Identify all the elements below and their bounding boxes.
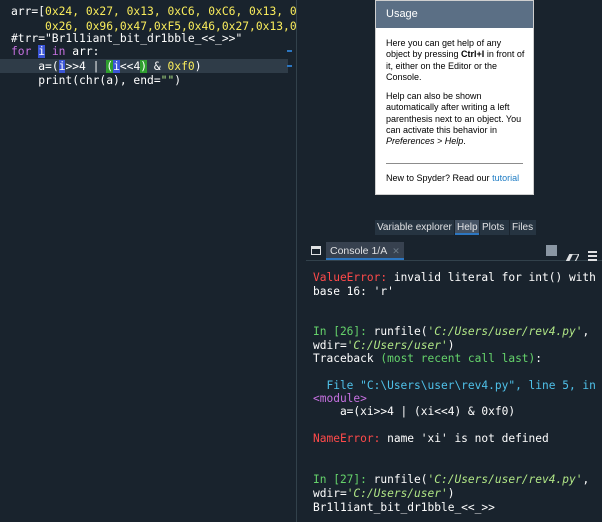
console-line: NameError: name 'xi' is not defined — [313, 432, 549, 445]
close-tab-icon[interactable]: ✕ — [392, 246, 400, 256]
console-line: a=(xi>>4 | (xi<<4) & 0xf0) — [313, 405, 516, 418]
code-line-1[interactable]: arr=[0x24, 0x27, 0x13, 0xC6, 0xC6, 0x13,… — [11, 4, 296, 19]
usage-body: Here you can get help of any object by p… — [386, 38, 526, 156]
console-line: Br1l1iant_bit_dr1bble_<<_>> — [313, 501, 495, 514]
tab-help[interactable]: Help — [455, 220, 479, 235]
stop-icon[interactable] — [546, 245, 557, 256]
console-line: <module> — [313, 392, 367, 405]
code-line-6[interactable]: print(chr(a), end="") — [11, 73, 181, 88]
usage-footer: New to Spyder? Read our tutorial — [386, 173, 520, 183]
window-icon[interactable] — [311, 246, 321, 255]
console-line: wdir='C:/Users/user') — [313, 487, 455, 500]
usage-panel: Usage Here you can get help of any objec… — [375, 0, 534, 195]
console-line: ValueError: invalid literal for int() wi… — [313, 271, 596, 284]
code-editor[interactable]: arr=[0x24, 0x27, 0x13, 0xC6, 0xC6, 0x13,… — [0, 0, 296, 522]
usage-divider — [386, 163, 523, 164]
code-line-4[interactable]: for i in arr: — [11, 44, 99, 59]
menu-icon[interactable] — [588, 246, 597, 261]
console-line: File "C:\Users\user\rev4.py", line 5, in — [313, 379, 596, 392]
tutorial-link[interactable]: tutorial — [492, 173, 519, 183]
occurrence-marker[interactable] — [287, 50, 292, 52]
console-line: In [26]: runfile('C:/Users/user/rev4.py'… — [313, 325, 590, 338]
eraser-icon[interactable] — [565, 247, 580, 263]
usage-paragraph-1: Here you can get help of any object by p… — [386, 38, 525, 82]
usage-paragraph-2: Help can also be shown automatically aft… — [386, 91, 522, 147]
occurrence-marker[interactable] — [287, 65, 292, 67]
tab-plots[interactable]: Plots — [480, 220, 509, 235]
console-line: Traceback (most recent call last): — [313, 352, 543, 365]
usage-title: Usage — [376, 1, 533, 28]
console-line: base 16: 'r' — [313, 285, 394, 298]
tab-variable-explorer[interactable]: Variable explorer — [375, 220, 454, 235]
console-line: wdir='C:/Users/user') — [313, 339, 455, 352]
console-tab[interactable]: Console 1/A ✕ — [326, 242, 404, 260]
code-line-5[interactable]: a=(i>>4 | (i<<4) & 0xf0) — [11, 59, 202, 74]
console-line: In [27]: runfile('C:/Users/user/rev4.py'… — [313, 473, 590, 486]
tab-files[interactable]: Files — [510, 220, 536, 235]
